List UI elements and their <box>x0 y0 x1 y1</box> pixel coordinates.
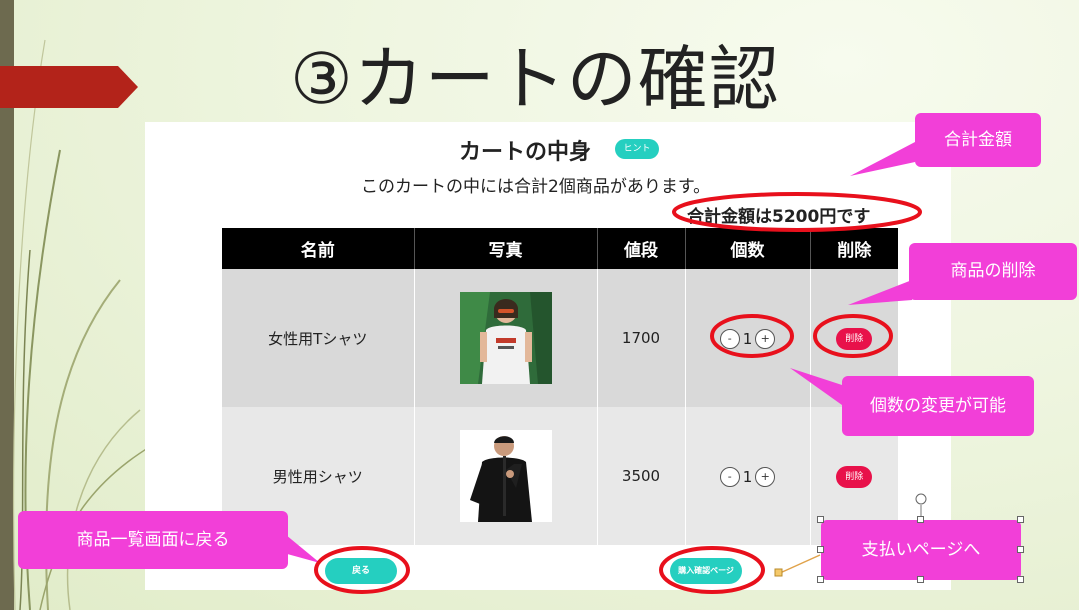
callout-payment[interactable]: 支払いページへ <box>821 520 1021 580</box>
item-quantity-cell: - 1 + <box>685 407 811 545</box>
selection-handle[interactable] <box>1017 516 1024 523</box>
hint-button[interactable]: ヒント <box>615 139 659 159</box>
selection-handle[interactable] <box>917 576 924 583</box>
increase-quantity-button[interactable]: + <box>755 466 776 487</box>
table-row: 女性用Tシャツ 1700 - 1 + 削除 <box>222 269 898 407</box>
selection-handle[interactable] <box>817 576 824 583</box>
item-photo-cell <box>414 407 598 545</box>
delete-item-button[interactable]: 削除 <box>836 465 873 488</box>
selection-handle[interactable] <box>1017 546 1024 553</box>
item-price: 1700 <box>597 269 686 407</box>
quantity-stepper: - 1 + <box>719 328 776 349</box>
callout-back: 商品一覧画面に戻る <box>18 511 288 569</box>
selection-handle[interactable] <box>1017 576 1024 583</box>
slide-title: ③カートの確認 <box>290 38 780 120</box>
callout-total: 合計金額 <box>915 113 1041 167</box>
callout-quantity: 個数の変更が可能 <box>842 376 1034 436</box>
item-photo-cell <box>414 269 598 407</box>
delete-item-button[interactable]: 削除 <box>836 327 873 350</box>
item-price: 3500 <box>597 407 686 545</box>
quantity-stepper: - 1 + <box>719 466 776 487</box>
cart-heading: カートの中身 <box>459 140 592 165</box>
cart-total: 合計金額は5200円です <box>687 207 871 227</box>
item-name: 女性用Tシャツ <box>222 269 415 407</box>
back-button[interactable]: 戻る <box>325 558 397 584</box>
cart-table: 名前 写真 値段 個数 削除 女性用Tシャツ 1700 - 1 + 削除 男性用… <box>222 228 898 545</box>
column-header-photo: 写真 <box>414 228 598 269</box>
purchase-confirm-button[interactable]: 購入確認ページ <box>670 558 742 584</box>
mens-shirt-photo <box>459 430 552 522</box>
decrease-quantity-button[interactable]: - <box>719 466 740 487</box>
column-header-name: 名前 <box>222 228 415 269</box>
decrease-quantity-button[interactable]: - <box>719 328 740 349</box>
column-header-price: 値段 <box>597 228 686 269</box>
column-header-delete: 削除 <box>810 228 898 269</box>
womens-tshirt-photo <box>459 292 552 384</box>
title-arrow-decoration <box>0 66 138 108</box>
increase-quantity-button[interactable]: + <box>755 328 776 349</box>
table-row: 男性用シャツ 3500 - 1 + 削除 <box>222 407 898 545</box>
cart-description: このカートの中には合計2個商品があります。 <box>361 177 711 197</box>
table-header-row: 名前 写真 値段 個数 削除 <box>222 228 898 269</box>
callout-delete: 商品の削除 <box>909 243 1077 300</box>
selection-handle[interactable] <box>817 546 824 553</box>
column-header-quantity: 個数 <box>685 228 811 269</box>
item-quantity-cell: - 1 + <box>685 269 811 407</box>
quantity-value: 1 <box>742 329 753 348</box>
quantity-value: 1 <box>742 467 753 486</box>
selection-handle[interactable] <box>917 516 924 523</box>
selection-handle[interactable] <box>817 516 824 523</box>
